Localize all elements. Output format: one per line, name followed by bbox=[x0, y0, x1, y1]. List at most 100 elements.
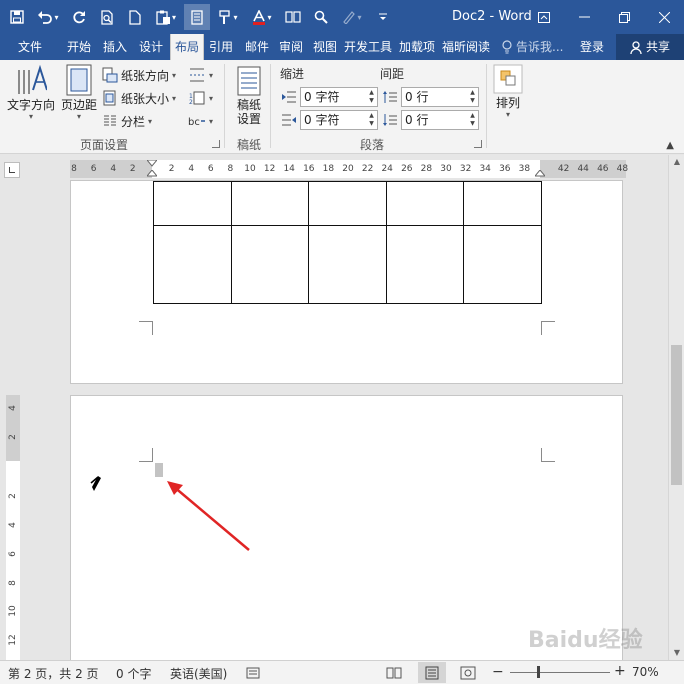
minimize-button[interactable] bbox=[564, 0, 604, 34]
hyphenation-button[interactable]: bc ▾ bbox=[188, 111, 213, 131]
table-cell[interactable] bbox=[308, 225, 387, 304]
print-layout-button[interactable] bbox=[184, 4, 210, 30]
document-workspace: 8 6 4 2 2 4 6 8 10 12 14 16 18 20 22 24 26 28 30 32 34 36 38 42… bbox=[0, 155, 668, 665]
zoom-in-button[interactable]: + bbox=[614, 663, 626, 679]
table-cell[interactable] bbox=[463, 181, 542, 226]
margins-button[interactable]: 页边距 ▾ bbox=[60, 64, 98, 121]
draft-paper-settings-button[interactable]: 稿纸 设置 bbox=[232, 66, 266, 126]
tell-me-box[interactable]: 告诉我... bbox=[502, 34, 563, 60]
zoom-out-button[interactable]: − bbox=[492, 664, 504, 680]
ruler-tick-label: 2 bbox=[168, 164, 175, 174]
orientation-button[interactable]: 纸张方向 ▾ bbox=[102, 65, 176, 85]
indent-left-input[interactable]: 0 字符 ▲ ▼ bbox=[300, 87, 378, 107]
text-direction-button[interactable]: 文字方向 ▾ bbox=[6, 64, 56, 121]
zoom-level[interactable]: 70% bbox=[632, 665, 659, 679]
size-button[interactable]: 纸张大小 ▾ bbox=[102, 88, 176, 108]
web-layout-icon[interactable] bbox=[460, 666, 476, 680]
arrange-button[interactable]: 排列 ▾ bbox=[492, 64, 524, 119]
restore-button[interactable] bbox=[604, 0, 644, 34]
scrollbar-thumb[interactable] bbox=[671, 345, 682, 485]
page-setup-launcher[interactable] bbox=[212, 140, 220, 148]
print-preview-button[interactable] bbox=[94, 4, 120, 30]
indent-right-input[interactable]: 0 字符 ▲ ▼ bbox=[300, 110, 378, 130]
tab-add-ins[interactable]: 加载项 bbox=[396, 34, 438, 60]
restore-icon bbox=[618, 11, 630, 23]
font-color-button[interactable]: ▾ bbox=[246, 4, 278, 30]
horizontal-ruler[interactable]: 8 6 4 2 2 4 6 8 10 12 14 16 18 20 22 24 26 28 30 32 34 36 38 42… bbox=[70, 160, 628, 178]
find-button[interactable] bbox=[308, 4, 334, 30]
breaks-button[interactable]: ▾ bbox=[188, 65, 213, 85]
ruler-tick-label: 8 bbox=[227, 164, 234, 174]
hanging-indent-marker[interactable] bbox=[147, 170, 157, 178]
spacing-after-input[interactable]: 0 行 ▲ ▼ bbox=[401, 110, 479, 130]
ink-button[interactable]: ▾ bbox=[336, 4, 368, 30]
reading-mode-button[interactable] bbox=[280, 4, 306, 30]
tab-foxit-reader[interactable]: 福昕阅读 bbox=[440, 34, 492, 60]
first-line-indent-marker[interactable] bbox=[147, 160, 157, 168]
paragraph-launcher[interactable] bbox=[474, 140, 482, 148]
tab-references[interactable]: 引用 bbox=[204, 34, 238, 60]
ruler-tick-label: 48 bbox=[616, 164, 629, 174]
tab-layout[interactable]: 布局 bbox=[170, 34, 204, 60]
table-cell[interactable] bbox=[230, 181, 309, 226]
table-cell[interactable] bbox=[153, 181, 232, 226]
table-cell[interactable] bbox=[230, 225, 309, 304]
close-button[interactable] bbox=[644, 0, 684, 34]
page-count[interactable]: 第 2 页，共 2 页 bbox=[8, 665, 99, 682]
word-count[interactable]: 0 个字 bbox=[116, 665, 151, 682]
tab-insert[interactable]: 插入 bbox=[98, 34, 132, 60]
format-painter-button[interactable]: ▾ bbox=[212, 4, 244, 30]
share-button[interactable]: 共享 bbox=[616, 34, 684, 60]
tab-home[interactable]: 开始 bbox=[62, 34, 96, 60]
language-indicator[interactable]: 英语(美国) bbox=[170, 665, 227, 682]
window-title: Doc2 - Word bbox=[452, 9, 532, 24]
columns-button[interactable]: 分栏 ▾ bbox=[102, 111, 152, 131]
table-cell[interactable] bbox=[153, 225, 232, 304]
draft-paper-icon bbox=[237, 66, 261, 96]
spinner-arrows-icon[interactable]: ▲ ▼ bbox=[468, 89, 477, 105]
line-numbers-button[interactable]: 12 ▾ bbox=[188, 88, 213, 108]
macro-recording-icon[interactable] bbox=[246, 666, 260, 680]
table-cell[interactable] bbox=[385, 181, 464, 226]
scroll-down-icon[interactable]: ▼ bbox=[669, 646, 684, 660]
tab-view[interactable]: 视图 bbox=[308, 34, 342, 60]
right-indent-marker[interactable] bbox=[535, 170, 545, 178]
sign-in-link[interactable]: 登录 bbox=[580, 34, 604, 60]
chevron-down-icon: ▾ bbox=[505, 110, 510, 119]
spinner-arrows-icon[interactable]: ▲ ▼ bbox=[468, 112, 477, 128]
table[interactable] bbox=[153, 181, 542, 304]
clipboard-icon bbox=[156, 10, 170, 25]
page-1[interactable] bbox=[70, 180, 623, 384]
new-document-button[interactable] bbox=[122, 4, 148, 30]
spacing-before-input[interactable]: 0 行 ▲ ▼ bbox=[401, 87, 479, 107]
scroll-up-icon[interactable]: ▲ bbox=[669, 155, 684, 169]
tab-review[interactable]: 审阅 bbox=[274, 34, 308, 60]
tab-mailings[interactable]: 邮件 bbox=[240, 34, 274, 60]
ruler-tick-label: 42 bbox=[557, 164, 570, 174]
undo-button[interactable]: ▾ bbox=[32, 4, 64, 30]
paste-button[interactable]: ▾ bbox=[150, 4, 182, 30]
tab-stop-selector[interactable] bbox=[4, 162, 20, 178]
ribbon-display-options-button[interactable] bbox=[524, 0, 564, 34]
redo-button[interactable] bbox=[66, 4, 92, 30]
print-layout-view-button[interactable] bbox=[418, 662, 446, 683]
table-cell[interactable] bbox=[463, 225, 542, 304]
vertical-ruler[interactable]: 4 2 2 4 6 8 10 12 bbox=[6, 395, 20, 660]
zoom-slider-thumb[interactable] bbox=[537, 666, 540, 678]
table-cell[interactable] bbox=[385, 225, 464, 304]
ruler-tick-label: 8 bbox=[8, 580, 18, 586]
tab-file[interactable]: 文件 bbox=[6, 34, 54, 60]
spinner-arrows-icon[interactable]: ▲ ▼ bbox=[367, 89, 376, 105]
chevron-down-icon: ▾ bbox=[209, 70, 214, 80]
customize-toolbar-button[interactable] bbox=[370, 4, 396, 30]
zoom-slider[interactable] bbox=[510, 672, 610, 673]
collapse-ribbon-button[interactable]: ▲ bbox=[666, 140, 674, 151]
vertical-scrollbar[interactable]: ▲ ▼ bbox=[668, 155, 684, 660]
tab-design[interactable]: 设计 bbox=[134, 34, 168, 60]
spinner-arrows-icon[interactable]: ▲ ▼ bbox=[367, 112, 376, 128]
read-mode-icon[interactable] bbox=[386, 666, 402, 680]
table-cell[interactable] bbox=[308, 181, 387, 226]
paragraph-mark[interactable] bbox=[155, 463, 163, 477]
tab-developer[interactable]: 开发工具 bbox=[342, 34, 394, 60]
save-button[interactable] bbox=[4, 4, 30, 30]
